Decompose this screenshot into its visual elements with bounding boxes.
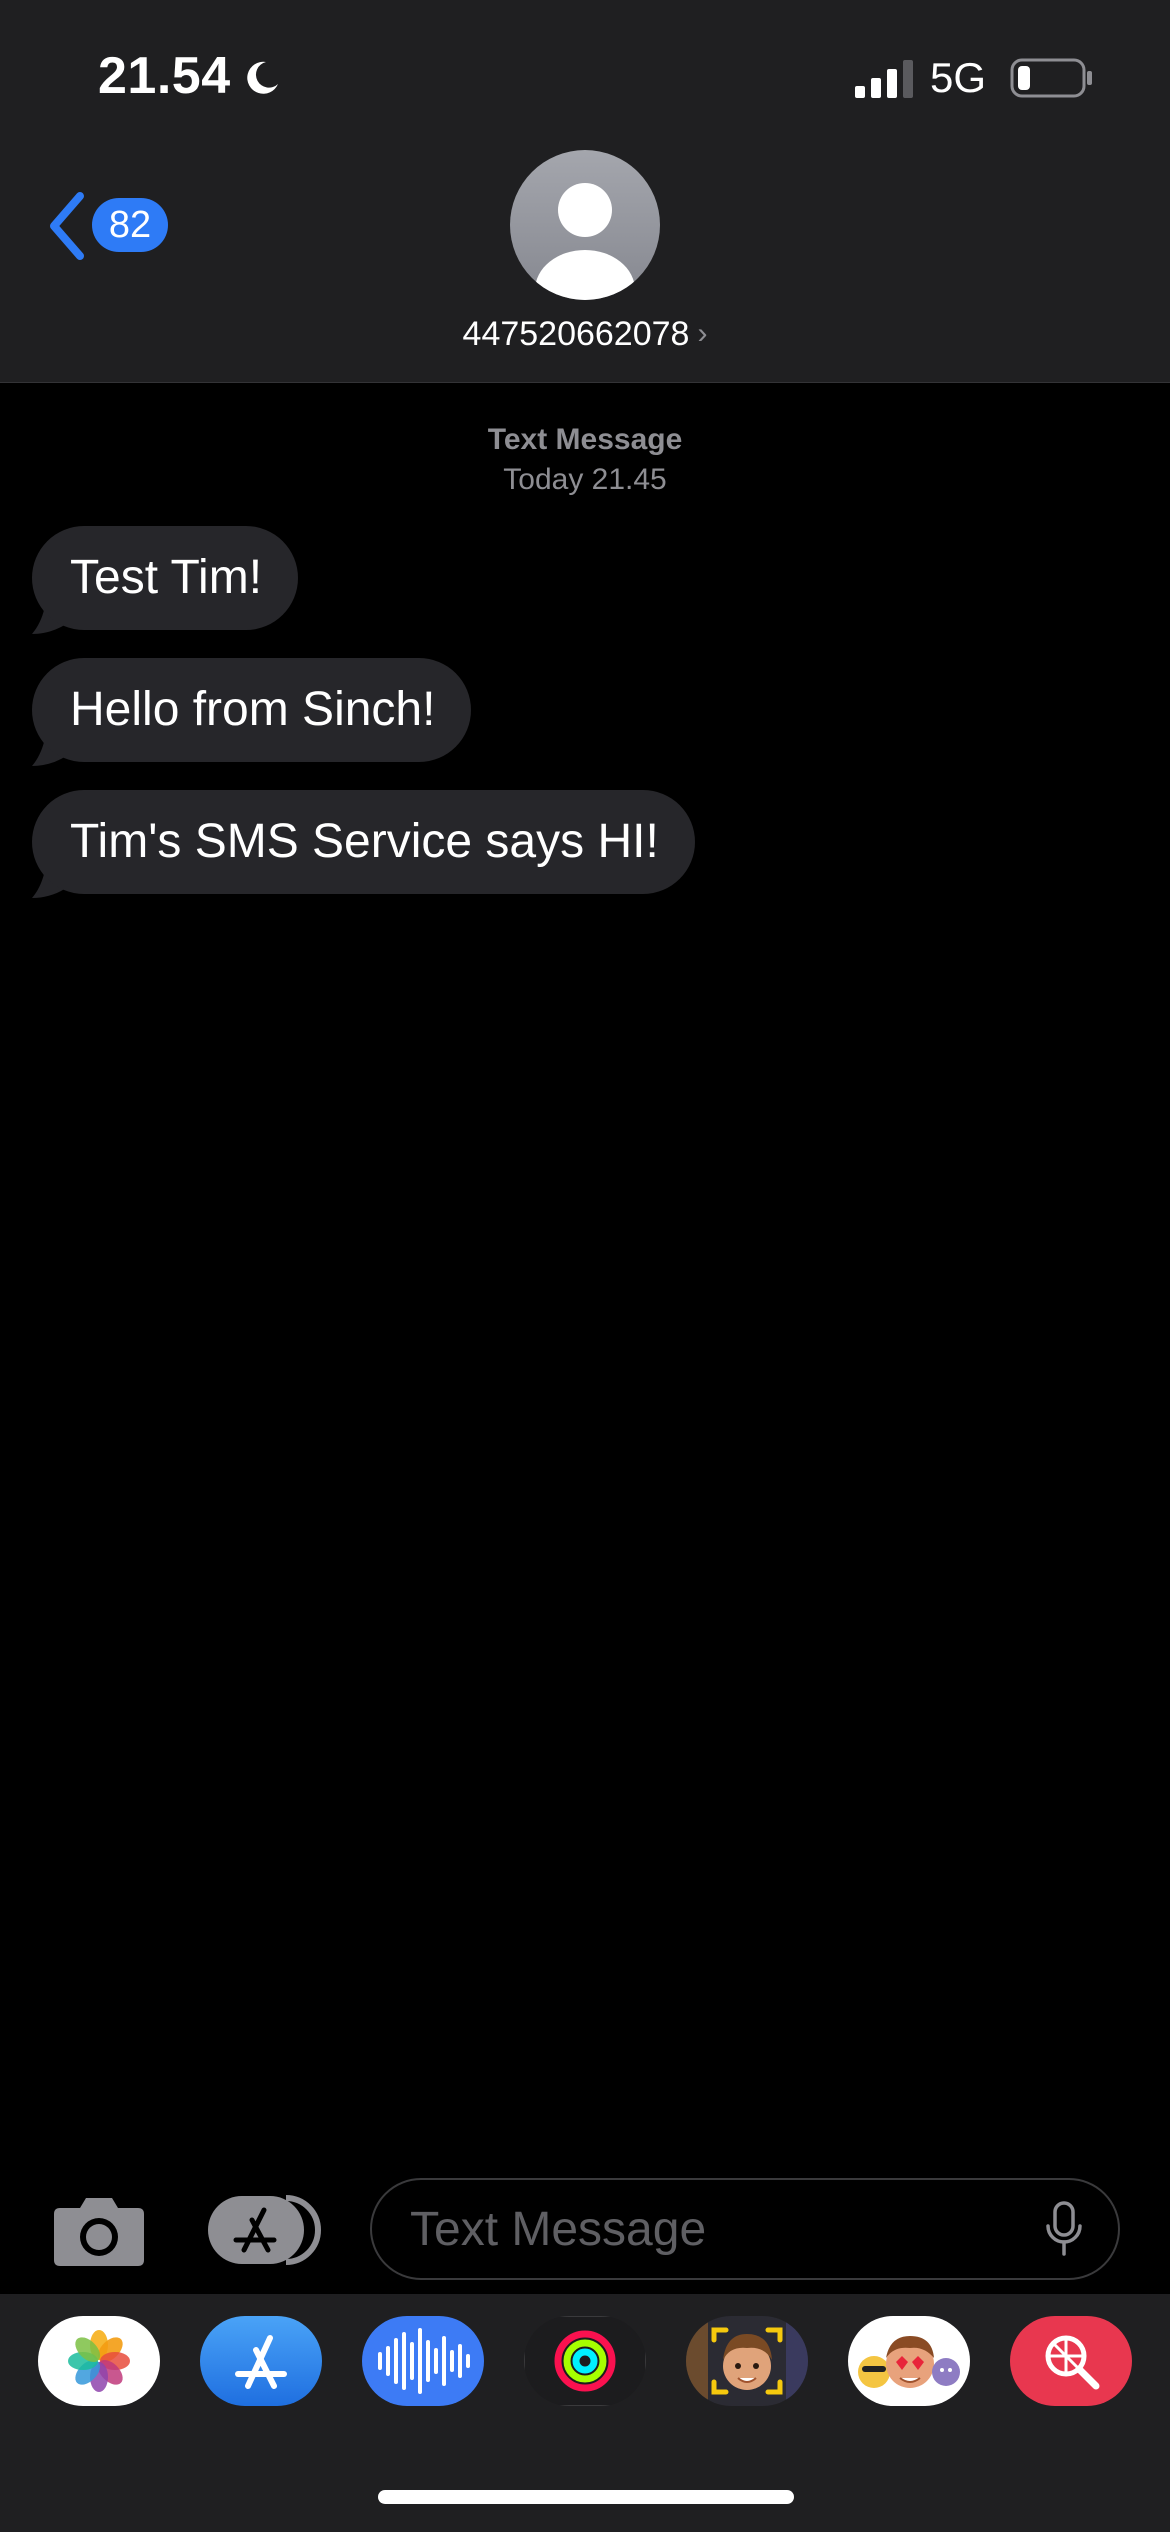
app-store-icon xyxy=(200,2316,322,2406)
contact-avatar-icon[interactable] xyxy=(510,150,660,300)
unread-count-badge[interactable]: 82 xyxy=(92,198,168,252)
apps-icon[interactable] xyxy=(206,2194,322,2266)
contact-number: 447520662078 xyxy=(462,315,690,353)
message-row: Test Tim! xyxy=(32,526,299,634)
message-bubble[interactable]: Test Tim! xyxy=(32,526,299,630)
audio-message-icon xyxy=(362,2316,484,2406)
memoji-stickers-icon xyxy=(848,2316,970,2406)
message-row: Tim's SMS Service says HI! xyxy=(32,790,695,898)
timestamp: Today 21.45 xyxy=(503,463,667,496)
activity-app-button[interactable] xyxy=(524,2316,646,2406)
message-row: Hello from Sinch! xyxy=(32,658,472,766)
photos-icon xyxy=(38,2316,160,2406)
memoji-stickers-app-button[interactable] xyxy=(848,2316,970,2406)
memoji-icon xyxy=(686,2316,808,2406)
status-time: 21.54 xyxy=(98,47,231,105)
network-type: 5G xyxy=(930,54,987,101)
back-chevron-icon[interactable] xyxy=(46,190,88,262)
home-indicator[interactable] xyxy=(378,2490,794,2504)
battery-icon xyxy=(1010,58,1092,98)
service-label: Text Message xyxy=(487,423,683,456)
cellular-signal-icon xyxy=(855,60,913,98)
memoji-app-button[interactable] xyxy=(686,2316,808,2406)
camera-icon[interactable] xyxy=(52,2192,146,2268)
conversation-header: 21.54 5G 82 447520662078 › xyxy=(0,0,1170,383)
message-input[interactable] xyxy=(370,2178,1120,2280)
images-search-icon xyxy=(1010,2316,1132,2406)
message-timestamp-header: Text Message Today 21.45 xyxy=(0,420,1170,500)
message-bubble[interactable]: Hello from Sinch! xyxy=(32,658,472,762)
audio-message-app-button[interactable] xyxy=(362,2316,484,2406)
chevron-right-icon: › xyxy=(697,317,708,350)
app-store-app-button[interactable] xyxy=(200,2316,322,2406)
activity-icon xyxy=(524,2316,646,2406)
microphone-icon[interactable] xyxy=(1044,2200,1084,2258)
images-search-app-button[interactable] xyxy=(1010,2316,1132,2406)
photos-app-button[interactable] xyxy=(38,2316,160,2406)
message-bubble[interactable]: Tim's SMS Service says HI! xyxy=(32,790,695,894)
contact-title[interactable]: 447520662078 › xyxy=(0,312,1170,356)
moon-icon xyxy=(247,61,278,94)
